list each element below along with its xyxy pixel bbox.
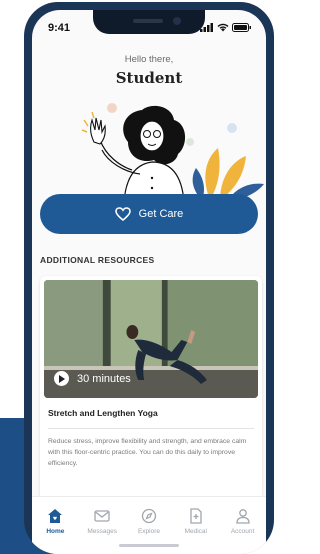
- home-indicator: [119, 544, 179, 547]
- tab-messages[interactable]: Messages: [82, 507, 122, 554]
- section-title: ADDITIONAL RESOURCES: [40, 255, 155, 265]
- status-icons: [200, 23, 252, 32]
- home-icon: [46, 507, 64, 525]
- play-icon[interactable]: [54, 371, 69, 386]
- card-description: Reduce stress, improve flexibility and s…: [48, 438, 247, 467]
- app-screen: 9:41 Hello there, Student Get Care ADDIT…: [32, 10, 266, 554]
- tab-home-label: Home: [46, 528, 65, 535]
- medical-file-icon: [187, 507, 205, 525]
- tab-medical[interactable]: Medical: [176, 507, 216, 554]
- tab-explore-label: Explore: [137, 528, 160, 535]
- tab-medical-label: Medical: [184, 528, 207, 535]
- wifi-icon: [217, 23, 229, 32]
- user-icon: [234, 507, 252, 525]
- status-time: 9:41: [48, 22, 71, 34]
- tab-home[interactable]: Home: [35, 507, 75, 554]
- mail-icon: [93, 507, 111, 525]
- battery-icon: [232, 23, 251, 32]
- user-name-title: Student: [115, 69, 183, 87]
- waving-person-illustration: [81, 103, 264, 202]
- card-title: Stretch and Lengthen Yoga: [48, 408, 158, 418]
- resource-card[interactable]: 30 minutes Stretch and Lengthen Yoga Red…: [40, 276, 262, 500]
- tab-account[interactable]: Account: [223, 507, 263, 554]
- video-duration: 30 minutes: [54, 371, 131, 386]
- tab-account-label: Account: [230, 528, 255, 535]
- phone-notch: [93, 10, 205, 34]
- compass-icon: [140, 507, 158, 525]
- speaker-grille: [133, 19, 163, 23]
- tab-messages-label: Messages: [87, 528, 117, 535]
- heart-icon: [114, 206, 131, 222]
- greeting-text: Hello there,: [124, 54, 174, 65]
- duration-label: 30 minutes: [77, 372, 131, 385]
- front-camera: [173, 17, 181, 25]
- phone-frame: 9:41 Hello there, Student Get Care ADDIT…: [24, 2, 274, 554]
- card-divider: [48, 428, 254, 429]
- get-care-button[interactable]: Get Care: [40, 194, 258, 234]
- signal-icon: [200, 23, 213, 32]
- get-care-label: Get Care: [138, 208, 184, 220]
- yoga-video-thumbnail[interactable]: 30 minutes: [44, 280, 258, 398]
